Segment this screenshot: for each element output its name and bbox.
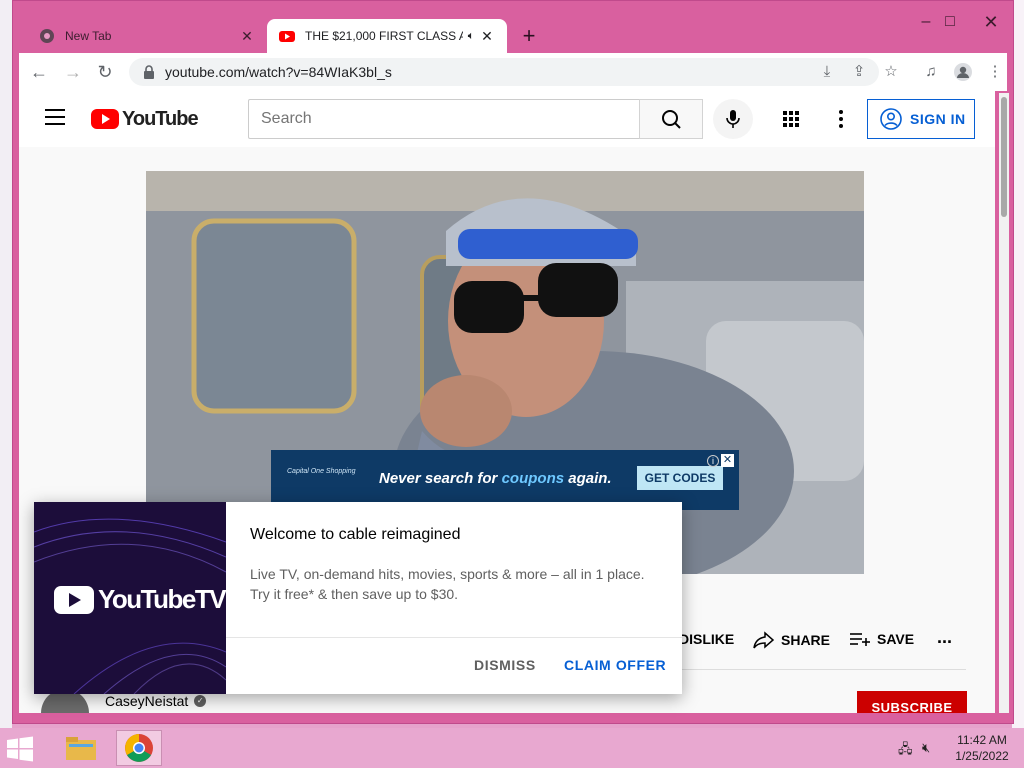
playlist-add-icon: [850, 633, 870, 646]
more-options-icon[interactable]: [829, 107, 853, 131]
youtube-favicon-icon: [279, 31, 295, 42]
media-control-icon[interactable]: ♫: [921, 62, 941, 82]
share-button[interactable]: SHARE: [753, 631, 830, 649]
ad-get-codes-button[interactable]: GET CODES: [637, 466, 723, 490]
system-clock[interactable]: 11:42 AM 1/25/2022: [950, 732, 1014, 764]
search-box: [248, 99, 640, 139]
scrollbar-thumb[interactable]: [1001, 97, 1007, 217]
sign-in-button[interactable]: SIGN IN: [867, 99, 975, 139]
subscribe-button[interactable]: SUBSCRIBE: [857, 691, 967, 713]
ad-message: Never search for coupons again.: [379, 470, 612, 487]
channel-name[interactable]: CaseyNeistat: [105, 693, 188, 709]
actions-divider: [679, 669, 966, 670]
url-text: youtube.com/watch?v=84WIaK3bl_s: [165, 64, 392, 80]
youtube-tv-logo: YouTubeTV: [54, 584, 226, 615]
forward-arrow-icon[interactable]: →: [61, 60, 85, 84]
claim-offer-button[interactable]: CLAIM OFFER: [564, 657, 666, 673]
share-arrow-icon: [753, 631, 775, 649]
verified-check-icon: ✓: [194, 695, 207, 707]
chrome-icon: [125, 734, 153, 762]
back-arrow-icon[interactable]: ←: [27, 60, 51, 84]
promo-body: Welcome to cable reimagined Live TV, on-…: [250, 526, 660, 604]
close-tab-icon[interactable]: ✕: [479, 28, 495, 45]
chrome-icon: [40, 29, 54, 43]
save-button[interactable]: SAVE: [849, 631, 914, 647]
share-page-icon[interactable]: ⇪: [849, 62, 869, 82]
promo-divider: [226, 637, 682, 638]
youtube-tv-play-icon: [54, 585, 94, 614]
clock-time: 11:42 AM: [957, 733, 1007, 747]
desktop-edge-left: [0, 0, 12, 728]
new-tab-button[interactable]: +: [517, 25, 541, 49]
search-button[interactable]: [639, 99, 703, 139]
promo-description-line: Live TV, on-demand hits, movies, sports …: [250, 566, 645, 582]
apps-grid-icon[interactable]: [779, 107, 803, 131]
reload-icon[interactable]: ↻: [93, 60, 117, 84]
voice-search-button[interactable]: [713, 99, 753, 139]
dislike-label: DISLIKE: [679, 631, 735, 647]
browser-menu-icon[interactable]: ⋮: [985, 62, 1005, 82]
address-bar[interactable]: youtube.com/watch?v=84WIaK3bl_s: [129, 58, 879, 86]
install-app-icon[interactable]: ⤓: [817, 62, 837, 82]
ad-close-icon[interactable]: ✕: [721, 454, 734, 467]
dismiss-button[interactable]: DISMISS: [474, 657, 536, 673]
account-circle-icon: [880, 108, 902, 130]
bookmark-star-icon[interactable]: ☆: [881, 62, 901, 82]
share-label: SHARE: [781, 632, 831, 648]
folder-icon: [66, 737, 96, 760]
youtube-tv-artwork: YouTubeTV: [34, 502, 226, 694]
windows-start-icon[interactable]: [6, 736, 34, 762]
video-actions: DISLIKE SHARE SAVE ...: [679, 625, 979, 655]
dislike-button[interactable]: DISLIKE: [679, 631, 734, 647]
search-icon: [662, 110, 681, 129]
ad-brand-logo: Capital One Shopping: [287, 468, 356, 475]
search-input[interactable]: [249, 100, 640, 138]
close-window-button[interactable]: ✕: [976, 11, 1006, 33]
tab-new-tab[interactable]: New Tab ✕: [27, 19, 267, 53]
profile-icon[interactable]: [953, 62, 973, 82]
maximize-button[interactable]: □: [935, 11, 965, 33]
tab-title: New Tab: [65, 29, 112, 43]
youtube-header: YouTube SIGN IN: [19, 91, 995, 147]
youtube-play-icon: [91, 109, 119, 129]
promo-description-line: Try it free* & then save up to $30.: [250, 586, 459, 602]
youtube-logo[interactable]: YouTube: [91, 106, 199, 132]
more-actions-button[interactable]: ...: [937, 627, 952, 648]
lock-icon: [144, 65, 154, 79]
chrome-taskbar-button[interactable]: [116, 730, 162, 766]
youtube-tv-logo-text: YouTubeTV: [98, 584, 226, 614]
promo-description: Live TV, on-demand hits, movies, sports …: [250, 564, 660, 604]
promo-title: Welcome to cable reimagined: [250, 526, 461, 543]
speaker-muted-icon[interactable]: 🔇︎: [922, 740, 930, 756]
tab-title: THE $21,000 FIRST CLASS AI: [305, 29, 463, 43]
clock-date: 1/25/2022: [955, 749, 1009, 763]
banner-ad[interactable]: Capital One Shopping Never search for co…: [271, 450, 739, 510]
sign-in-label: SIGN IN: [910, 111, 966, 127]
network-icon[interactable]: 🖧︎: [898, 740, 913, 762]
microphone-icon: [726, 110, 740, 128]
taskbar: 🖧︎ 🔇︎ 11:42 AM 1/25/2022: [0, 728, 1024, 768]
page-scrollbar[interactable]: [999, 93, 1009, 713]
speaker-icon[interactable]: 🔈︎: [463, 30, 479, 43]
tab-youtube-video[interactable]: THE $21,000 FIRST CLASS AI 🔈︎ ✕: [267, 19, 507, 53]
hamburger-menu-icon[interactable]: [45, 109, 65, 125]
youtube-tv-promo-dialog: YouTubeTV Welcome to cable reimagined Li…: [34, 502, 682, 694]
save-label: SAVE: [877, 631, 915, 647]
youtube-logo-text: YouTube: [122, 107, 199, 130]
ad-info-icon[interactable]: i: [707, 455, 719, 467]
file-explorer-taskbar-button[interactable]: [58, 730, 104, 766]
close-tab-icon[interactable]: ✕: [239, 28, 255, 45]
browser-toolbar: ← → ↻ youtube.com/watch?v=84WIaK3bl_s ⤓ …: [19, 53, 1007, 91]
